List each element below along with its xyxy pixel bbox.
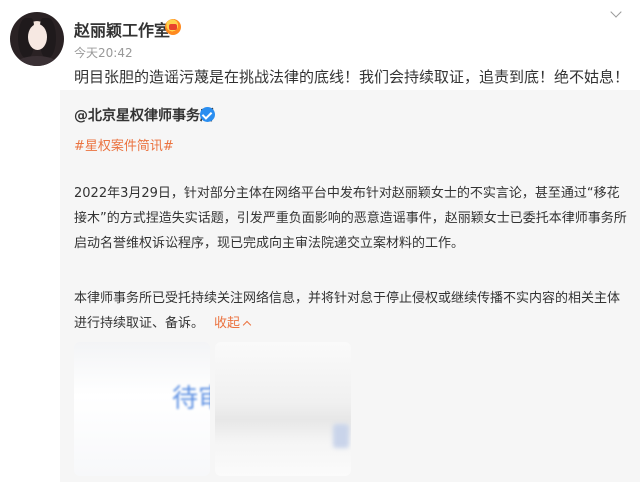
repost-card[interactable]: @北京星权律师事务所 #星权案件简讯# 2022年3月29日，针对部分主体在网络… — [60, 90, 640, 482]
repost-paragraph-2: 本律师事务所已受托持续关注网络信息，并将针对怠于停止侵权或继续传播不实内容的相关… — [74, 286, 628, 336]
post-text: 明目张胆的造谣污蔑是在挑战法律的底线！我们会持续取证，追责到底！绝不姑息！ — [74, 68, 630, 86]
chevron-down-icon[interactable] — [608, 6, 626, 24]
post-header: 赵丽颖工作室 今天20:42 明目张胆的造谣污蔑是在挑战法律的底线！我们会持续取… — [0, 0, 640, 88]
post-time[interactable]: 今天20:42 — [74, 44, 133, 61]
repost-paragraph-1: 2022年3月29日，针对部分主体在网络平台中发布针对赵丽颖女士的不实言论，甚至… — [74, 186, 627, 251]
vip-badge-icon[interactable] — [165, 19, 181, 35]
image-thumbnail-1[interactable]: 待审 — [74, 342, 210, 476]
thumbnail-blur-mark — [333, 424, 349, 448]
repost-author[interactable]: @北京星权律师事务所 — [74, 105, 214, 125]
repost-paragraph-2-text: 本律师事务所已受托持续关注网络信息，并将针对怠于停止侵权或继续传播不实内容的相关… — [74, 291, 621, 331]
collapse-label: 收起 — [214, 316, 241, 331]
avatar-shirt — [16, 56, 58, 66]
avatar[interactable] — [10, 12, 64, 66]
collapse-button[interactable]: 收起 — [214, 316, 252, 331]
image-thumbnail-2[interactable] — [215, 342, 351, 476]
hashtag[interactable]: #星权案件简讯# — [74, 135, 174, 154]
thumbnail-text: 待审 — [172, 384, 210, 414]
verified-icon — [200, 107, 215, 122]
chevron-up-icon — [242, 320, 252, 330]
author-name[interactable]: 赵丽颖工作室 — [74, 17, 170, 41]
avatar-face — [28, 24, 47, 50]
